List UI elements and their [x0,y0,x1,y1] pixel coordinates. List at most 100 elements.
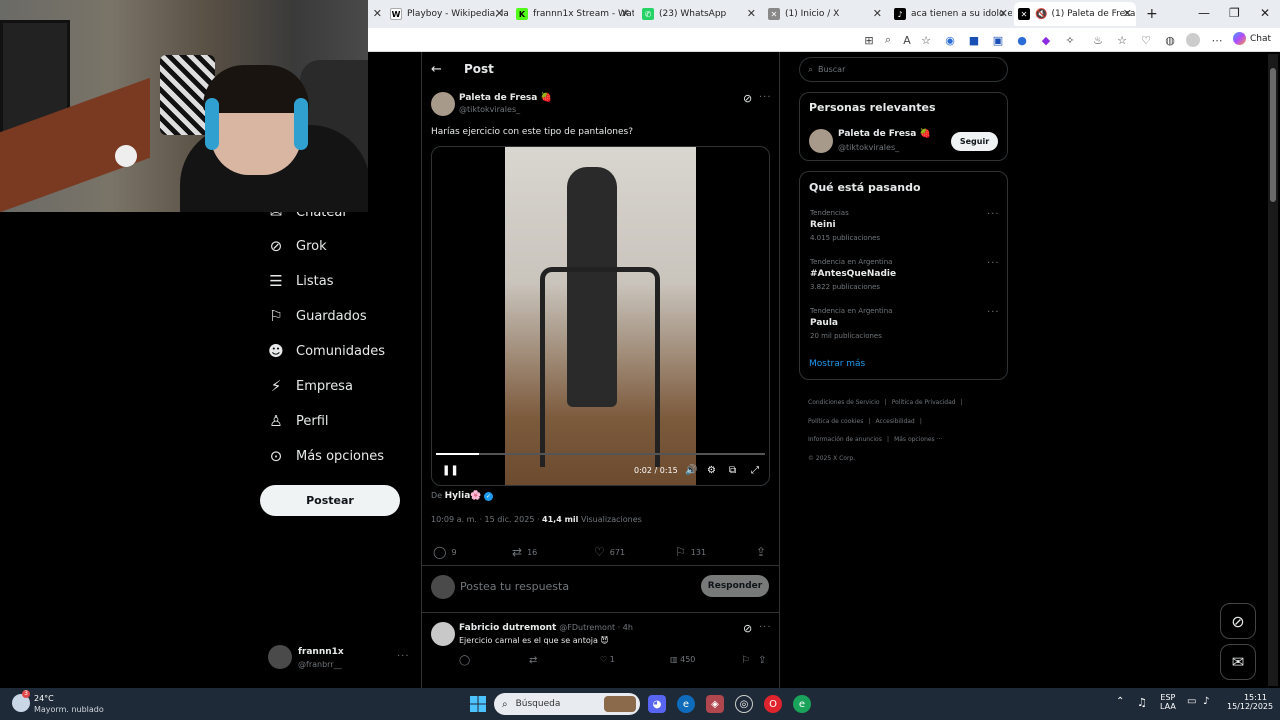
follow-button[interactable]: Seguir [951,132,998,151]
network-icon[interactable]: ▭ [1187,696,1196,707]
relevant-name[interactable]: Paleta de Fresa 🍓 [838,129,931,139]
footer-link[interactable]: Condiciones de Servicio [808,399,880,406]
scrollbar[interactable] [1268,54,1278,686]
extension-icon[interactable]: ▣ [991,33,1005,47]
obs-icon[interactable]: ◎ [735,695,753,713]
repost-action[interactable]: ⇄ 16 [512,545,537,559]
copilot-chat-button[interactable]: Chat [1233,32,1271,45]
reply-action[interactable]: ◯ 9 [433,545,457,559]
grok-float-button[interactable]: ⊘ [1220,603,1256,639]
new-tab-button[interactable]: + [1142,2,1158,26]
grok-icon[interactable]: ⊘ [743,92,752,105]
volume-icon[interactable]: 🔊 [685,465,697,476]
source-user[interactable]: Hylia🌸 [445,491,482,501]
language-indicator[interactable]: ESP LAA [1160,693,1176,711]
trend-item[interactable]: Tendencias Reini 4.015 publicaciones [810,209,880,242]
reply-author-name[interactable]: Fabricio dutremont [459,623,556,633]
trend-item[interactable]: Tendencia en Argentina #AntesQueNadie 3.… [810,258,896,291]
relevant-avatar[interactable] [809,129,833,153]
extension-icon[interactable]: ♨ [1091,33,1105,47]
video-progress-track[interactable] [436,453,765,455]
browser-essentials-icon[interactable]: ♡ [1139,33,1153,47]
reply-views[interactable]: ▥ 450 [670,655,695,664]
read-aloud-icon[interactable]: A [900,33,914,47]
zoom-icon[interactable]: ⌕ [881,33,895,47]
extension-icon[interactable]: ■ [967,33,981,47]
grok-icon[interactable]: ⊘ [743,622,752,635]
tray-chevron-icon[interactable]: ⌃ [1116,696,1124,707]
nav-profile[interactable]: ♙ Perfil [268,412,328,430]
microphone-icon[interactable]: ♫ [1137,696,1147,709]
clock[interactable]: 15:11 15/12/2025 [1227,693,1273,711]
show-more-link[interactable]: Mostrar más [809,359,865,369]
footer-link[interactable]: Política de Privacidad [892,399,956,406]
nav-more-options[interactable]: ⊙ Más opciones [268,447,384,465]
reply-author-avatar[interactable] [431,622,455,646]
bookmark-action[interactable]: ⚐ 131 [675,545,706,559]
author-avatar[interactable] [431,92,455,116]
post-timestamp[interactable]: 10:09 a. m. · 15 dic. 2025 · [431,515,542,524]
footer-link[interactable]: Información de anuncios [808,436,882,443]
close-icon[interactable]: ✕ [1123,7,1132,20]
profile-avatar-icon[interactable] [1186,33,1200,47]
post-more-icon[interactable]: ··· [759,92,772,103]
nav-grok[interactable]: ⊘ Grok [268,237,327,255]
reply-button[interactable]: Responder [701,575,769,597]
weather-temp[interactable]: 24°C [34,694,54,703]
windows-start-icon[interactable] [469,695,487,713]
scrollbar-thumb[interactable] [1270,68,1276,202]
post-button[interactable]: Postear [260,485,400,516]
opera-icon[interactable]: O [764,695,782,713]
tab-wikipedia[interactable]: W Playboy - Wikipedia, la e ✕ [386,2,508,26]
reply-bookmark-icon[interactable]: ⚐ [741,655,750,666]
trend-more-icon[interactable]: ··· [987,258,1000,269]
trend-more-icon[interactable]: ··· [987,209,1000,220]
split-screen-icon[interactable]: ⊞ [862,33,876,47]
discord-icon[interactable]: ◕ [648,695,666,713]
close-icon[interactable]: ✕ [873,7,882,20]
copilot-icon[interactable]: ◍ [1163,33,1177,47]
reply-author-handle[interactable]: @FDutremont · 4h [559,623,633,632]
reply-input[interactable]: Postea tu respuesta [460,580,569,593]
close-icon[interactable]: ✕ [621,7,630,20]
pause-icon[interactable]: ❚❚ [442,465,459,476]
pip-icon[interactable]: ⧉ [729,465,736,476]
tab-x-post-active[interactable]: ✕ 🔇 (1) Paleta de Fresa 🍓 ✕ [1014,2,1136,26]
share-action[interactable]: ⇪ [756,545,771,559]
close-icon[interactable]: ✕ [747,7,756,20]
fullscreen-icon[interactable]: ⤢ [751,465,759,476]
back-arrow-icon[interactable]: ← [431,62,442,77]
settings-gear-icon[interactable]: ⚙ [707,465,716,476]
like-action[interactable]: ♡ 671 [594,545,625,559]
tab-tiktok[interactable]: ♪ aca tienen a su idolo el c ✕ [890,2,1012,26]
muted-speaker-icon[interactable]: 🔇 [1035,9,1047,20]
account-avatar[interactable] [268,645,292,669]
nav-lists[interactable]: ☰ Listas [268,272,333,290]
weather-desc[interactable]: Mayorm. nublado [34,705,104,714]
nav-communities[interactable]: ☻ Comunidades [268,342,385,360]
collections-icon[interactable]: ☆ [1115,33,1129,47]
edge-beta-icon[interactable]: e [793,695,811,713]
settings-more-icon[interactable]: ⋯ [1210,33,1224,47]
maximize-icon[interactable]: ❐ [1229,6,1240,20]
extension-icon[interactable]: ◉ [943,33,957,47]
video-player[interactable]: ❚❚ 0:02 / 0:15 🔊 ⚙ ⧉ ⤢ [431,146,770,486]
footer-link[interactable]: Accesibilidad [876,418,915,425]
trend-item[interactable]: Tendencia en Argentina Paula 20 mil publ… [810,307,892,340]
extensions-puzzle-icon[interactable]: ✧ [1063,33,1077,47]
volume-icon[interactable]: ♪ [1203,696,1209,707]
reply-reply-icon[interactable]: ◯ [459,655,470,666]
extension-icon[interactable]: ● [1015,33,1029,47]
tab-x-home[interactable]: ✕ (1) Inicio / X ✕ [764,2,886,26]
nav-business[interactable]: ⚡ Empresa [268,377,353,395]
reply-share-icon[interactable]: ⇪ [758,655,766,666]
window-close-icon[interactable]: ✕ [1260,6,1270,20]
nav-bookmarks[interactable]: ⚐ Guardados [268,307,366,325]
app-icon[interactable]: ◈ [706,695,724,713]
messages-float-button[interactable]: ✉ [1220,644,1256,680]
search-input[interactable]: ⌕ Buscar [799,57,1008,82]
tab-kick-stream[interactable]: K frannn1x Stream - Watch ✕ [512,2,634,26]
account-more-icon[interactable]: ··· [397,651,410,662]
author-name[interactable]: Paleta de Fresa 🍓 [459,93,552,103]
extension-icon[interactable]: ◆ [1039,33,1053,47]
